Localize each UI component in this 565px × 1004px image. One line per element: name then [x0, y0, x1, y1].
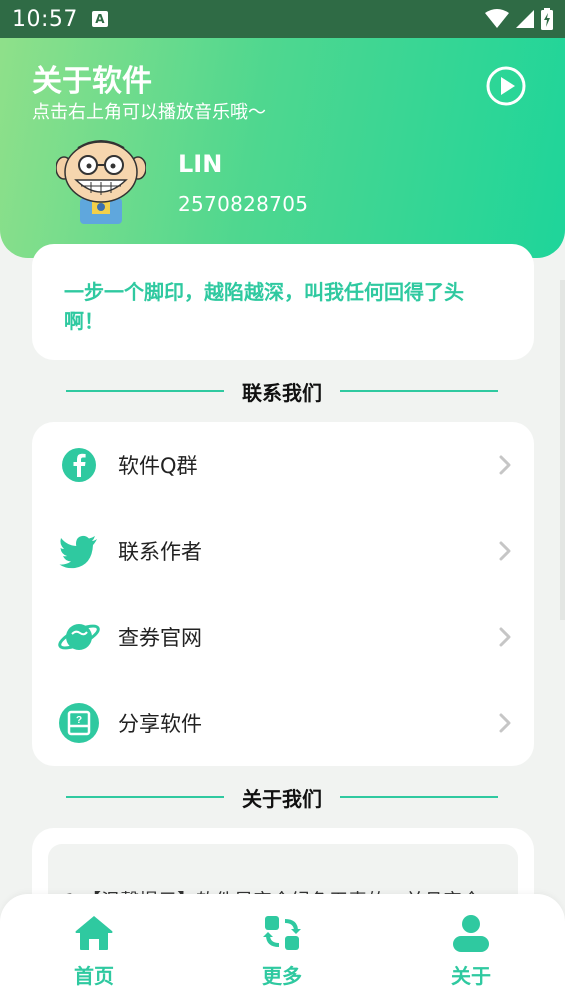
share-box-icon: ? — [59, 703, 99, 743]
bottom-navigation: 首页 更多 关于 — [0, 894, 565, 1004]
nav-label: 更多 — [262, 964, 302, 988]
nav-label: 首页 — [74, 964, 114, 988]
facebook-icon — [62, 448, 96, 482]
menu-item-share-app[interactable]: ? 分享软件 — [32, 680, 534, 766]
wifi-icon — [485, 9, 509, 28]
page-title: 关于软件 — [32, 64, 152, 99]
quote-text: 一步一个脚印，越陷越深，叫我任何回得了头啊！ — [64, 280, 464, 333]
contact-section-header: 联系我们 — [66, 376, 498, 406]
nav-tab-about[interactable]: 关于 — [411, 912, 531, 989]
planet-icon — [58, 624, 100, 650]
menu-item-label: 软件Q群 — [118, 454, 198, 478]
cell-signal-icon — [516, 10, 534, 28]
menu-item-label: 联系作者 — [118, 540, 202, 564]
menu-item-qq-group[interactable]: 软件Q群 — [32, 422, 534, 508]
home-icon — [75, 916, 113, 950]
user-id: 2570828705 — [178, 192, 309, 216]
refresh-grid-icon — [263, 916, 301, 950]
svg-text:?: ? — [76, 715, 82, 726]
menu-item-contact-author[interactable]: 联系作者 — [32, 508, 534, 594]
chevron-right-icon — [499, 627, 511, 647]
user-name: LIN — [178, 150, 223, 178]
chevron-right-icon — [499, 455, 511, 475]
quote-card: 一步一个脚印，越陷越深，叫我任何回得了头啊！ — [32, 244, 534, 360]
status-bar: 10:57 A — [0, 0, 565, 38]
divider-line — [66, 796, 224, 798]
about-section-title: 关于我们 — [242, 786, 322, 811]
status-time: 10:57 — [12, 6, 78, 32]
battery-icon — [541, 8, 553, 30]
profile-header: 关于软件 点击右上角可以播放音乐哦～ LIN 2570828705 — [0, 38, 565, 258]
scrollbar[interactable] — [560, 280, 565, 620]
menu-item-label: 分享软件 — [118, 712, 202, 736]
divider-line — [340, 796, 498, 798]
user-icon — [453, 915, 489, 952]
play-circle-icon[interactable] — [486, 66, 526, 106]
nav-tab-home[interactable]: 首页 — [34, 912, 154, 989]
nav-label: 关于 — [451, 964, 491, 988]
notification-a-icon: A — [91, 11, 108, 27]
divider-line — [340, 390, 498, 392]
about-section-header: 关于我们 — [66, 782, 498, 812]
menu-item-coupon-site[interactable]: 查券官网 — [32, 594, 534, 680]
menu-item-label: 查券官网 — [118, 626, 202, 650]
page-subtitle: 点击右上角可以播放音乐哦～ — [32, 102, 266, 123]
twitter-bird-icon — [59, 535, 97, 569]
divider-line — [66, 390, 224, 392]
contact-section-title: 联系我们 — [242, 380, 322, 405]
contact-menu: 软件Q群 联系作者 查券官网 ? 分享软件 — [32, 422, 534, 766]
chevron-right-icon — [499, 541, 511, 561]
avatar[interactable] — [56, 138, 146, 226]
nav-tab-more[interactable]: 更多 — [222, 912, 342, 989]
chevron-right-icon — [499, 713, 511, 733]
